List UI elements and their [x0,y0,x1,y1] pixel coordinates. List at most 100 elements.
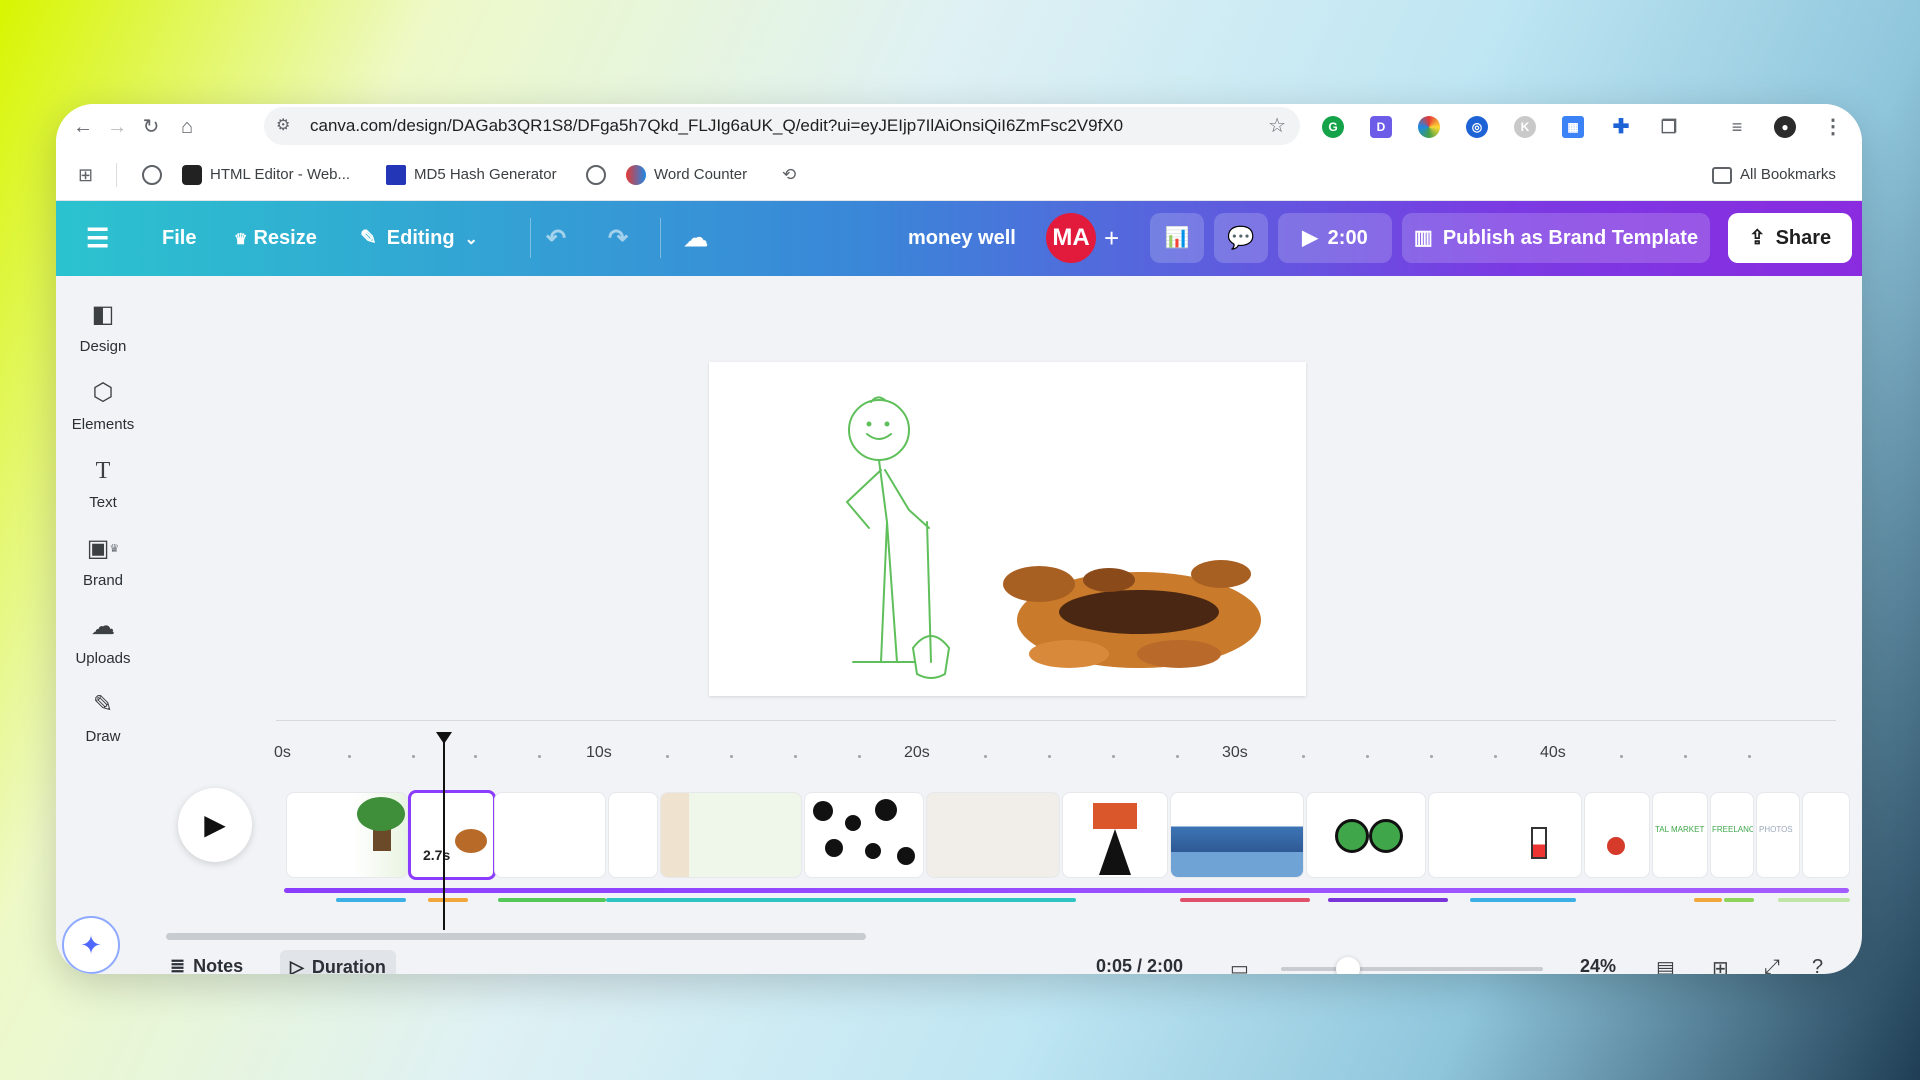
dollar-lens-shape [1369,819,1403,853]
present-button[interactable]: ▶ 2:00 [1278,213,1392,263]
page-view-icon[interactable]: ▭ [1230,956,1249,974]
apps-grid-icon[interactable]: ⊞ [78,164,93,186]
zoom-slider-handle[interactable] [1336,957,1360,974]
sidebar-item-text[interactable]: T Text [56,454,150,511]
share-button[interactable]: ⇪ Share [1728,213,1852,263]
bookmark-md5[interactable]: MD5 Hash Generator [386,164,557,186]
cloud-saved-icon[interactable]: ☁ [684,201,708,276]
audio-segment[interactable] [336,898,406,902]
sidebar-item-label: Elements [71,416,135,433]
sidebar-item-brand[interactable]: ▣♛ Brand [56,532,150,589]
notes-button[interactable]: ≣ Notes [170,956,243,974]
timeline-clip[interactable]: FREELANCE [1710,792,1754,878]
audio-segment[interactable] [1724,898,1754,902]
add-collaborator-icon[interactable]: + [1104,201,1119,276]
timeline-clip[interactable] [608,792,658,878]
globe-icon-2[interactable] [586,164,614,186]
fullscreen-icon[interactable]: ⤢ [1764,956,1780,974]
stick-figure-with-shovel [845,396,951,679]
timeline-clip-waves[interactable] [1170,792,1304,878]
color-extension-icon[interactable] [1418,116,1440,138]
pages-icon[interactable]: ▤ [1656,956,1675,974]
design-page-canvas[interactable] [709,362,1306,696]
dirt-thumbnail-shape [455,829,487,853]
help-icon[interactable]: ? [1812,956,1823,974]
editing-mode-dropdown[interactable]: ✎ Editing ⌄ [360,201,478,276]
more-menu-icon[interactable]: ⋮ [1822,116,1844,138]
timeline-clip[interactable] [1428,792,1582,878]
spot-shape [865,843,881,859]
zoom-level[interactable]: 24% [1580,956,1616,974]
timeline-clip[interactable] [1802,792,1850,878]
all-bookmarks[interactable]: All Bookmarks [1712,164,1836,186]
audio-segment[interactable] [1470,898,1576,902]
sidebar-item-label: Design [79,338,127,355]
audio-segment[interactable] [1180,898,1310,902]
sidebar-item-draw[interactable]: ✎ Draw [56,688,150,745]
globe-icon[interactable] [142,164,170,186]
file-menu[interactable]: File [162,201,196,276]
address-bar[interactable]: ⚙ canva.com/design/DAGab3QR1S8/DFga5h7Qk… [264,107,1300,145]
reload-icon[interactable]: ↻ [138,114,164,140]
timeline-clip[interactable]: TAL MARKET [1652,792,1708,878]
timeline-clip[interactable] [660,792,802,878]
bookmark-star-icon[interactable]: ☆ [1268,107,1286,145]
resize-button[interactable]: ♛ Resize [234,201,317,276]
timeline-clip[interactable] [926,792,1060,878]
audio-segment[interactable] [428,898,468,902]
lens-extension-icon[interactable]: ◎ [1466,116,1488,138]
timeline-clip[interactable] [286,792,408,878]
redo-icon[interactable]: ↷ [608,201,628,276]
sidebar-item-elements[interactable]: ⬡ Elements [56,376,150,433]
user-avatar[interactable]: MA [1046,213,1096,263]
publish-brand-template-button[interactable]: ▥ Publish as Brand Template [1402,213,1710,263]
undo-icon[interactable]: ↶ [546,201,566,276]
playhead-handle[interactable] [436,732,452,744]
audio-segment[interactable] [606,898,1076,902]
magic-assistant-icon[interactable]: ✦ [62,916,120,974]
school-building-shape [1093,803,1137,829]
time-dot [474,755,477,758]
timeline-play-button[interactable]: ▶ [178,788,252,862]
timeline-clip-road[interactable] [1062,792,1168,878]
timeline-clip-spots[interactable] [804,792,924,878]
time-dot [1176,755,1179,758]
k-extension-icon[interactable]: K [1514,116,1536,138]
profile-avatar[interactable]: ● [1774,116,1796,138]
timeline-clip-glasses[interactable] [1306,792,1426,878]
reading-list-icon[interactable]: ≡ [1726,116,1748,138]
timeline-clip[interactable] [494,792,606,878]
timeline-clip[interactable]: PHOTOS [1756,792,1800,878]
history-icon[interactable]: ⟲ [782,164,796,186]
home-icon[interactable]: ⌂ [174,114,200,140]
duration-button[interactable]: ▷ Duration [280,950,396,974]
d-extension-icon[interactable]: D [1370,116,1392,138]
bookmark-html-editor[interactable]: HTML Editor - Web... [182,164,350,186]
audio-segment[interactable] [498,898,606,902]
grammarly-extension-icon[interactable]: G [1322,116,1344,138]
audio-track-main[interactable] [284,888,1849,893]
extensions-menu-icon[interactable]: ❐ [1658,116,1680,138]
sidebar-item-uploads[interactable]: ☁ Uploads [56,610,150,667]
puzzle-extension-icon[interactable]: ✚ [1610,116,1632,138]
grid-view-icon[interactable]: ⊞ [1712,956,1729,974]
playhead-line[interactable] [443,734,445,930]
forward-icon[interactable]: → [104,114,130,140]
comments-icon[interactable]: 💬 [1214,213,1268,263]
sidebar-item-design[interactable]: ◧ Design [56,298,150,355]
menu-icon[interactable]: ☰ [86,201,109,276]
timeline-clip[interactable] [1584,792,1650,878]
left-sidebar: ◧ Design ⬡ Elements T Text ▣♛ Brand ☁ Uploads… [56,276,150,974]
bookmark-word-counter[interactable]: Word Counter [626,164,747,186]
map-extension-icon[interactable]: ▦ [1562,116,1584,138]
timeline-scrollbar[interactable] [166,933,866,940]
site-settings-icon[interactable]: ⚙ [276,107,290,145]
audio-segment[interactable] [1694,898,1722,902]
zoom-slider[interactable] [1281,967,1543,971]
insights-chart-icon[interactable]: 📊 [1150,213,1204,263]
audio-segment[interactable] [1328,898,1448,902]
audio-segment[interactable] [1778,898,1850,902]
timeline-clip-active[interactable]: 2.7s [408,790,496,880]
design-title[interactable]: money well [908,201,1016,276]
back-icon[interactable]: ← [70,114,96,140]
